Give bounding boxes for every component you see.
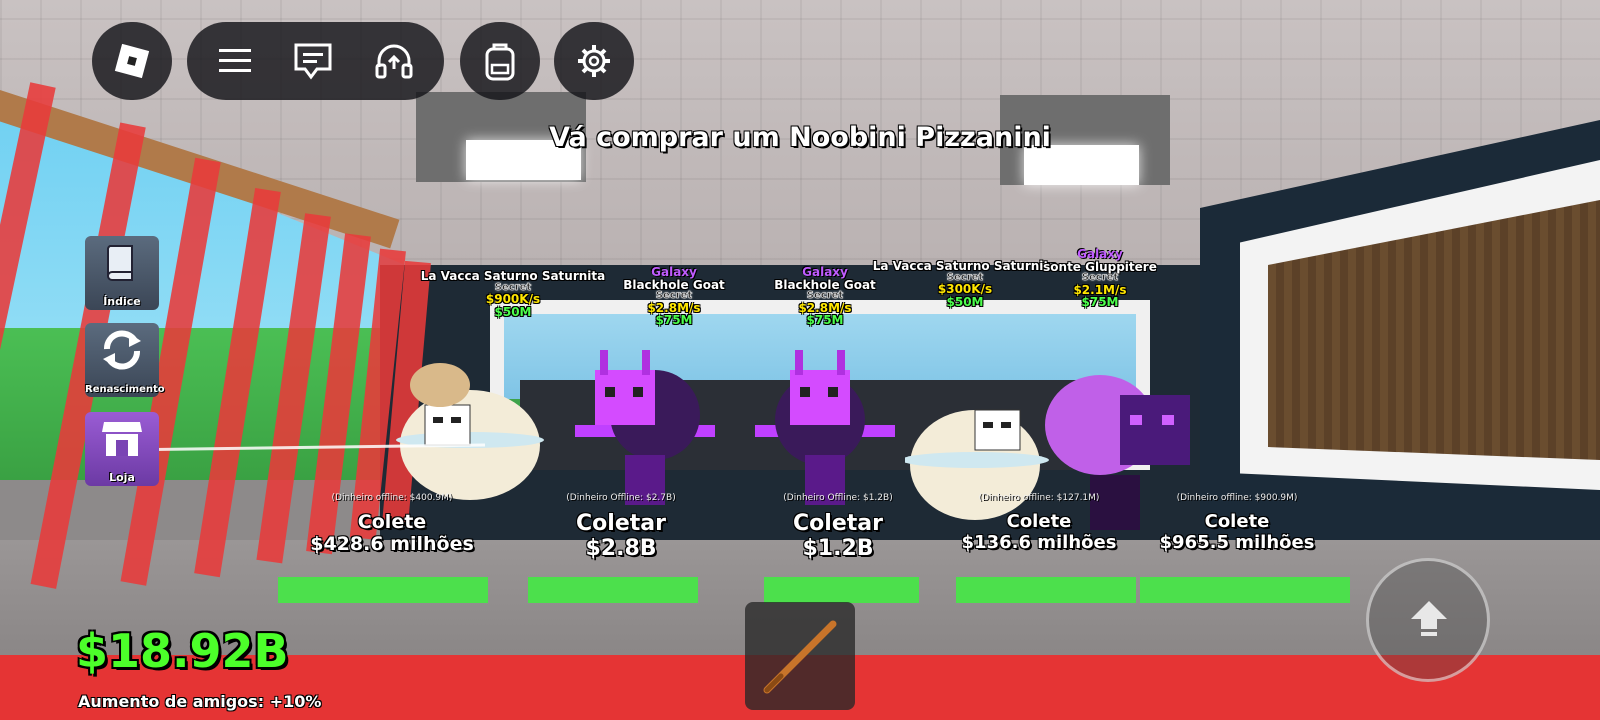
backpack-button[interactable]: [460, 22, 540, 100]
podium-pad[interactable]: [278, 577, 488, 603]
roblox-logo-icon: [114, 43, 150, 79]
brainrot-price: $75M: [806, 313, 844, 328]
offline-earnings: (Dinheiro offline: $400.9M): [331, 493, 453, 503]
shop-button[interactable]: Loja: [85, 412, 159, 486]
podium-pad[interactable]: [528, 577, 698, 603]
collect-display-1[interactable]: (Dinheiro offline: $400.9M) Colete $428.…: [310, 493, 474, 555]
brainrot-rate: $900K/s: [485, 292, 541, 307]
collect-amount: $2.8B: [585, 536, 657, 561]
objective-text: Vá comprar um Noobini Pizzanini: [549, 122, 1051, 153]
shop-icon: [102, 422, 142, 456]
gear-icon: [578, 45, 610, 77]
offline-earnings: (Dinheiro offline: $127.1M): [978, 493, 1100, 503]
brainrot-label-3: Galaxy Blackhole Goat Secret $2.8M/s $75…: [774, 266, 876, 327]
collect-label: Coletar: [576, 511, 666, 536]
top-menu-group: [187, 22, 444, 100]
collect-display-4[interactable]: (Dinheiro offline: $127.1M) Colete $136.…: [962, 493, 1117, 553]
brainrot-price: $50M: [494, 304, 532, 319]
rebirth-label: Renascimento: [85, 384, 165, 395]
collect-amount: $965.5 milhões: [1159, 532, 1315, 553]
shop-label: Loja: [109, 471, 135, 484]
brainrot-rarity-galaxy: Galaxy: [802, 265, 848, 279]
index-label: Índice: [103, 295, 141, 308]
collect-label: Colete: [1006, 511, 1072, 532]
roblox-menu-button[interactable]: [92, 22, 172, 100]
collect-amount: $136.6 milhões: [961, 532, 1117, 553]
brainrot-label-1: La Vacca Saturno Saturnita Secret $900K/…: [421, 270, 605, 318]
podium-pad[interactable]: [956, 577, 1136, 603]
jump-button[interactable]: [1366, 558, 1490, 682]
brainrot-price: $75M: [1081, 295, 1119, 310]
brainrot-blackhole-goat-2[interactable]: [745, 345, 905, 505]
chat-icon[interactable]: [291, 39, 335, 83]
laser-beam: [115, 443, 485, 452]
podium-pad[interactable]: [764, 577, 919, 603]
podium-pad[interactable]: [1140, 577, 1350, 603]
brainrot-label-2: Galaxy Blackhole Goat Secret $2.8M/s $75…: [623, 266, 725, 327]
brainrot-blackhole-goat-1[interactable]: [565, 345, 725, 505]
collect-amount: $428.6 milhões: [310, 533, 474, 555]
rebirth-button[interactable]: Renascimento: [85, 323, 165, 397]
brainrot-label-4: La Vacca Saturno Saturnita Secret $300K/…: [873, 260, 1057, 308]
collect-label: Colete: [357, 511, 427, 533]
brainrot-rarity-galaxy: Galaxy: [1077, 247, 1123, 261]
settings-button[interactable]: [554, 22, 634, 100]
collect-display-2[interactable]: (Dinheiro Offline: $2.7B) Coletar $2.8B: [566, 493, 675, 561]
baseball-bat-icon: [763, 620, 837, 694]
collect-label: Colete: [1204, 511, 1270, 532]
backpack-icon: [485, 43, 515, 81]
collect-display-5[interactable]: (Dinheiro offline: $900.9M) Colete $965.…: [1160, 493, 1315, 553]
collect-display-3[interactable]: (Dinheiro Offline: $1.2B) Coletar $1.2B: [783, 493, 892, 561]
collect-amount: $1.2B: [802, 536, 874, 561]
jump-arrow-icon: [1411, 601, 1447, 636]
collect-label: Coletar: [793, 511, 883, 536]
book-icon: [106, 245, 133, 281]
hamburger-menu-icon[interactable]: [215, 41, 255, 81]
offline-earnings: (Dinheiro Offline: $2.7B): [566, 493, 676, 503]
friends-boost: Aumento de amigos: +10%: [78, 692, 322, 711]
brainrot-price: $50M: [946, 294, 984, 309]
refresh-icon: [103, 330, 141, 370]
money-display: $18.92B: [76, 624, 289, 678]
brainrot-rarity-galaxy: Galaxy: [651, 265, 697, 279]
offline-earnings: (Dinheiro Offline: $1.2B): [783, 493, 893, 503]
headphones-icon[interactable]: [372, 39, 416, 83]
brainrot-name: La Vacca Saturno Saturnita: [872, 259, 1058, 273]
offline-earnings: (Dinheiro offline: $900.9M): [1176, 493, 1298, 503]
brainrot-label-5: Galaxy sonte Gluppitere Secret $2.1M/s $…: [1043, 248, 1157, 309]
brainrot-price: $75M: [655, 313, 693, 328]
index-button[interactable]: Índice: [85, 236, 159, 310]
brainrot-rate: $300K/s: [937, 282, 993, 297]
hotbar-slot-1[interactable]: [745, 602, 855, 710]
brainrot-name: La Vacca Saturno Saturnita: [420, 269, 606, 283]
